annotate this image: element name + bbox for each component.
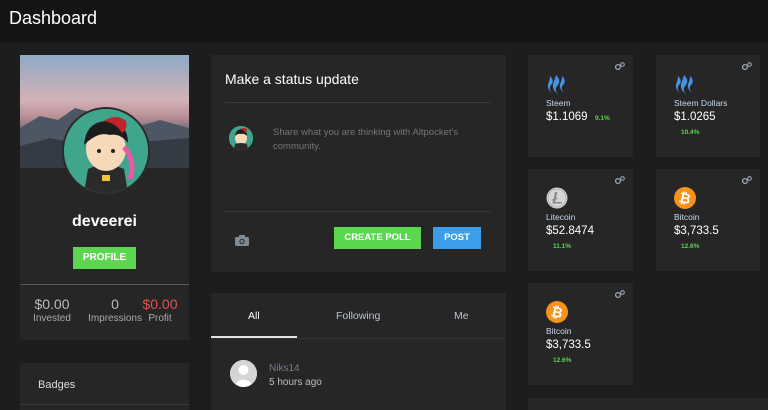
coin-card-steem-dollars: Steem Dollars $1.0265 10.4% (656, 55, 760, 157)
status-update-card: Make a status update CREATE POLL POST (211, 55, 506, 272)
coin-price: $1.1069 (546, 111, 588, 123)
coin-price: $3,733.5 (546, 339, 591, 351)
coin-change: 9.1% (595, 115, 610, 122)
profile-button[interactable]: PROFILE (73, 247, 136, 269)
feed-author[interactable]: Niks14 (269, 363, 300, 374)
litecoin-icon (546, 187, 568, 209)
tab-following[interactable]: Following (336, 310, 380, 322)
stat-value: $0.00 (142, 296, 178, 312)
create-poll-button[interactable]: CREATE POLL (334, 227, 421, 249)
status-input[interactable] (273, 126, 483, 160)
avatar[interactable] (62, 107, 150, 195)
avatar-illustration (229, 126, 253, 150)
coin-name: Steem (546, 98, 571, 108)
post-button[interactable]: POST (433, 227, 481, 249)
avatar-illustration (64, 109, 148, 193)
coin-change: 12.6% (553, 357, 572, 364)
divider (211, 338, 506, 339)
feed-timestamp: 5 hours ago (269, 377, 322, 388)
tab-me[interactable]: Me (454, 310, 469, 322)
coin-name: Steem Dollars (674, 98, 728, 108)
gears-icon[interactable] (742, 176, 752, 184)
bitcoin-icon: ₿ (546, 301, 568, 323)
page-title: Dashboard (9, 8, 98, 28)
coin-card-steem: Steem $1.1069 9.1% (528, 55, 633, 157)
badges-label: Badges (38, 379, 76, 391)
badges-card[interactable]: Badges (20, 363, 189, 410)
bitcoin-icon: ₿ (674, 187, 696, 209)
coin-card-bitcoin: ₿ Bitcoin $3,733.5 12.6% (656, 169, 760, 271)
stat-value: $0.00 (34, 296, 70, 312)
gears-icon[interactable] (615, 62, 625, 70)
feed-card: All Following Me Niks14 5 hours ago (211, 293, 506, 410)
avatar (229, 126, 253, 150)
status-title: Make a status update (225, 71, 359, 87)
profile-card: deveerei PROFILE $0.00 Invested 0 Impres… (20, 55, 189, 340)
stat-label: Profit (148, 313, 172, 324)
top-bar: Dashboard (0, 0, 768, 43)
coin-price: $52.8474 (546, 225, 594, 237)
coin-change: 12.6% (681, 243, 700, 250)
coin-card-litecoin: Litecoin $52.8474 11.1% (528, 169, 633, 271)
coin-card-partial (528, 398, 768, 410)
coin-name: Bitcoin (546, 326, 572, 336)
coin-price: $3,733.5 (674, 225, 719, 237)
coin-card-bitcoin: ₿ Bitcoin $3,733.5 12.6% (528, 283, 633, 385)
steem-icon (675, 75, 693, 94)
gears-icon[interactable] (615, 290, 625, 298)
divider (225, 211, 491, 212)
divider (20, 404, 189, 405)
gears-icon[interactable] (615, 176, 625, 184)
camera-icon[interactable] (235, 235, 249, 246)
coin-change: 11.1% (553, 243, 572, 250)
steem-icon (547, 75, 565, 94)
user-placeholder-icon (230, 360, 257, 387)
tab-all[interactable]: All (248, 310, 260, 322)
avatar[interactable] (230, 360, 257, 387)
stat-profit: $0.00 Profit (138, 296, 182, 324)
username: deveerei (72, 213, 137, 230)
divider (20, 284, 189, 285)
divider (225, 102, 491, 103)
coin-name: Bitcoin (674, 212, 700, 222)
stat-label: Invested (33, 313, 71, 324)
stat-invested: $0.00 Invested (28, 296, 76, 324)
coin-price: $1.0265 (674, 111, 716, 123)
gears-icon[interactable] (742, 62, 752, 70)
coin-name: Litecoin (546, 212, 576, 222)
coin-change: 10.4% (681, 129, 700, 136)
